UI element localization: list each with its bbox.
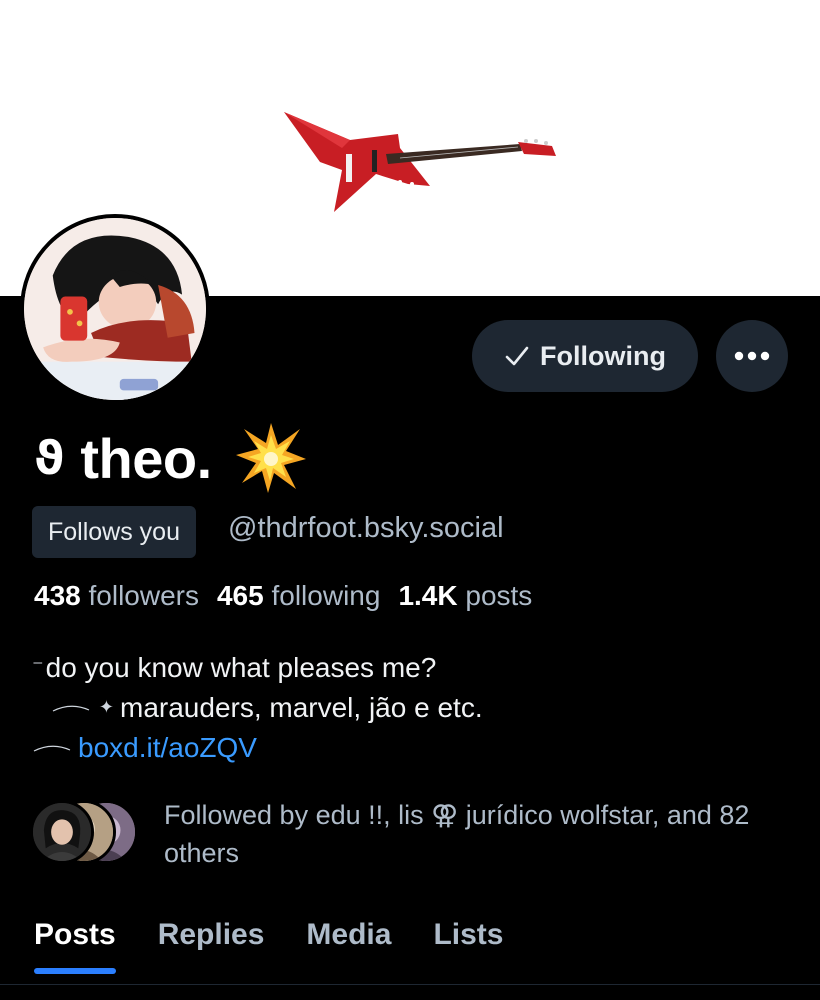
profile-handle[interactable]: @thdrfoot.bsky.social <box>228 512 504 545</box>
bio-line-2: marauders, marvel, jão e etc. <box>120 692 483 723</box>
bio-line: boxd.it/aoZQV <box>32 728 483 768</box>
avatar-image <box>24 218 206 400</box>
followers-count: 438 <box>34 580 81 611</box>
bio-link[interactable]: boxd.it/aoZQV <box>78 728 257 768</box>
following-button-label: Following <box>540 340 666 371</box>
following-stat[interactable]: 465 following <box>217 580 380 612</box>
bio-line-1: do you know what pleases me? <box>45 652 437 683</box>
tab-posts[interactable]: Posts <box>34 918 116 974</box>
posts-stat: 1.4K posts <box>398 580 532 612</box>
profile-stats: 438 followers 465 following 1.4K posts <box>34 580 532 612</box>
tabs-divider <box>0 984 820 985</box>
guitar-image <box>284 112 556 212</box>
display-name: ϑ theo. <box>34 420 308 496</box>
tab-lists[interactable]: Lists <box>433 918 503 974</box>
ellipsis-icon <box>734 351 770 361</box>
name-glyph: ϑ <box>34 431 65 485</box>
bio-line: ⁻ do you know what pleases me? <box>32 648 483 688</box>
swoosh-icon <box>33 745 71 752</box>
followers-stat[interactable]: 438 followers <box>34 580 199 612</box>
checkmark-icon <box>505 346 529 366</box>
followed-by-avatars <box>30 800 140 864</box>
followed-by-row[interactable]: Followed by edu !!, lis ⚢ jurídico wolfs… <box>30 796 800 872</box>
tab-media[interactable]: Media <box>306 918 391 974</box>
profile-tabs: Posts Replies Media Lists <box>34 918 503 974</box>
followed-by-text: Followed by edu !!, lis ⚢ jurídico wolfs… <box>164 800 750 868</box>
more-options-button[interactable] <box>716 320 788 392</box>
followers-label: followers <box>88 580 199 611</box>
posts-label: posts <box>465 580 533 611</box>
following-label: following <box>271 580 381 611</box>
collision-emoji-icon <box>235 423 306 493</box>
following-button[interactable]: Following <box>472 320 698 392</box>
follower-avatar <box>30 800 94 864</box>
follows-you-badge: Follows you <box>32 506 196 558</box>
bio-decoration: ⁻ <box>32 655 44 680</box>
swoosh-icon <box>52 705 90 712</box>
bio-decoration: ✦ <box>32 688 114 728</box>
bio-line: ✦ marauders, marvel, jão e etc. <box>32 688 483 728</box>
tab-replies[interactable]: Replies <box>158 918 265 974</box>
following-count: 465 <box>216 580 264 611</box>
display-name-text: theo. <box>80 426 212 490</box>
posts-count: 1.4K <box>398 580 458 611</box>
profile-avatar[interactable] <box>20 214 210 404</box>
profile-bio: ⁻ do you know what pleases me? ✦ maraude… <box>32 648 483 768</box>
